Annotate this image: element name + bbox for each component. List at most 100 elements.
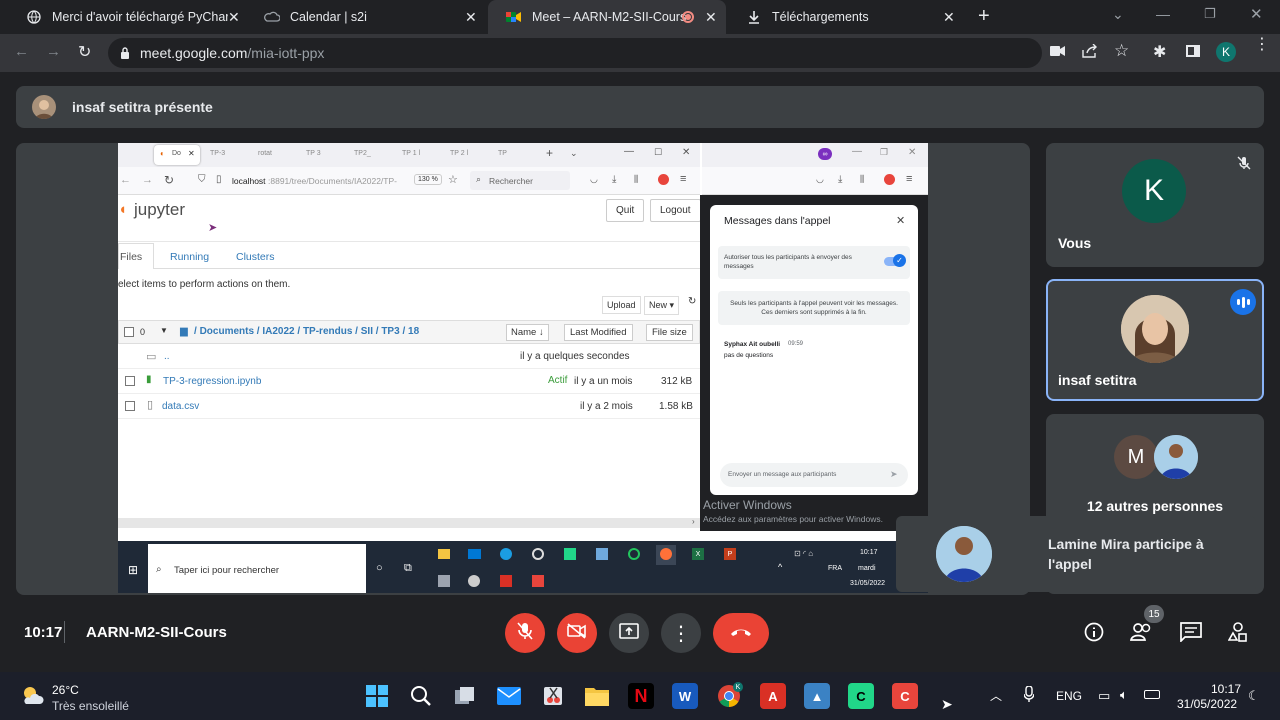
- row-name[interactable]: TP-3-regression.ipynb: [163, 376, 261, 387]
- present-screen-button[interactable]: [609, 613, 649, 653]
- tab-title: Calendar | s2i: [290, 10, 367, 24]
- reload-icon[interactable]: ↻: [78, 42, 91, 62]
- mail-icon[interactable]: [496, 683, 522, 709]
- word-icon[interactable]: W: [672, 683, 698, 709]
- lock-icon: [120, 47, 130, 59]
- clock-date[interactable]: 31/05/2022: [1177, 697, 1237, 711]
- inner2-library-icon: ⫼: [860, 174, 865, 184]
- inner2-menu-icon: ≡: [906, 173, 913, 185]
- clock-time[interactable]: 10:17: [1211, 682, 1241, 696]
- new-dropdown[interactable]: New ▾: [644, 296, 680, 315]
- restore-icon[interactable]: ❐: [1204, 6, 1216, 22]
- battery-icon[interactable]: [1144, 690, 1160, 699]
- tab-pycharm[interactable]: Merci d'avoir téléchargé PyCharm: [8, 0, 246, 34]
- microphone-icon[interactable]: [1023, 685, 1035, 707]
- inner-restore-icon: ☐: [654, 147, 663, 157]
- row-checkbox[interactable]: [125, 401, 135, 411]
- volume-icon[interactable]: 🔈︎: [1120, 687, 1128, 703]
- weather-desc[interactable]: Très ensoleillé: [52, 699, 129, 713]
- meeting-info-icon[interactable]: [1084, 622, 1104, 647]
- netflix-icon[interactable]: N: [628, 683, 654, 709]
- minimize-icon[interactable]: —: [1156, 6, 1170, 22]
- row-size: 312 kB: [661, 376, 693, 387]
- chat-close-icon[interactable]: ✕: [896, 214, 905, 227]
- activities-icon[interactable]: [1227, 622, 1248, 647]
- address-bar[interactable]: meet.google.com/mia-iott-ppx: [108, 38, 1042, 68]
- breadcrumb-item[interactable]: SII: [361, 326, 373, 337]
- chrome-menu-icon[interactable]: ⋮: [1254, 37, 1270, 53]
- sort-name-button[interactable]: Name ↓: [506, 324, 549, 341]
- search-icon[interactable]: [408, 683, 434, 709]
- inner-menu-icon: ≡: [680, 173, 687, 185]
- select-all-checkbox[interactable]: [124, 327, 134, 337]
- sort-size-button[interactable]: File size: [646, 324, 693, 341]
- extensions-icon[interactable]: ✱: [1153, 42, 1166, 62]
- tray-chevron-icon[interactable]: ︿: [990, 687, 1002, 704]
- start-icon[interactable]: [364, 683, 390, 709]
- refresh-icon[interactable]: ↻: [688, 296, 696, 307]
- horizontal-scrollbar[interactable]: [118, 518, 700, 528]
- inner2-minimize-icon: —: [852, 146, 862, 157]
- breadcrumb-item[interactable]: TP-rendus: [303, 326, 352, 337]
- close-tab-icon[interactable]: ✕: [943, 9, 955, 26]
- divider: [64, 621, 65, 643]
- close-window-icon[interactable]: ✕: [1250, 5, 1263, 23]
- breadcrumb-item[interactable]: TP3: [381, 326, 399, 337]
- breadcrumb-item[interactable]: IA2022: [262, 326, 294, 337]
- row-checkbox[interactable]: [125, 376, 135, 386]
- inner-url-host: localhost: [232, 176, 266, 186]
- tab-downloads[interactable]: Téléchargements: [728, 0, 964, 34]
- select-dropdown-icon[interactable]: ▼: [160, 326, 168, 335]
- participant-tile-self[interactable]: K Vous: [1046, 143, 1264, 267]
- row-name[interactable]: data.csv: [162, 401, 199, 412]
- pycharm-icon[interactable]: C: [848, 683, 874, 709]
- sort-modified-button[interactable]: Last Modified: [564, 324, 633, 341]
- inner-library-icon: ⫼: [634, 174, 639, 184]
- photos-icon[interactable]: ▲: [804, 683, 830, 709]
- acrobat-icon[interactable]: A: [760, 683, 786, 709]
- close-tab-icon[interactable]: ✕: [465, 9, 477, 26]
- network-icon[interactable]: ▭: [1098, 688, 1110, 704]
- camera-permission-icon[interactable]: [1050, 44, 1066, 62]
- new-tab-icon[interactable]: +: [978, 5, 990, 28]
- participant-tile-speaker[interactable]: insaf setitra: [1046, 279, 1264, 401]
- people-icon[interactable]: [1129, 622, 1154, 647]
- language-indicator[interactable]: ENG: [1056, 689, 1082, 703]
- tab-calendar[interactable]: Calendar | s2i: [246, 0, 486, 34]
- upload-button[interactable]: Upload: [602, 296, 641, 314]
- close-tab-icon[interactable]: ✕: [705, 9, 717, 26]
- profile-avatar[interactable]: K: [1216, 42, 1236, 62]
- more-options-button[interactable]: ⋮: [661, 613, 701, 653]
- close-tab-icon[interactable]: ✕: [228, 9, 240, 26]
- leave-call-button[interactable]: [713, 613, 769, 653]
- new-label: New: [649, 300, 668, 310]
- back-icon[interactable]: ←: [14, 43, 29, 60]
- side-panel-icon[interactable]: [1186, 45, 1200, 57]
- camera-toggle-button[interactable]: [557, 613, 597, 653]
- tab-running[interactable]: Running: [170, 251, 209, 263]
- mic-toggle-button[interactable]: [505, 613, 545, 653]
- inner-search-placeholder: Rechercher: [489, 176, 533, 186]
- tab-clusters[interactable]: Clusters: [236, 251, 275, 263]
- share-icon[interactable]: [1082, 43, 1098, 63]
- logout-button[interactable]: Logout: [650, 199, 701, 222]
- tab-files[interactable]: Files: [120, 251, 142, 263]
- task-view-icon[interactable]: [452, 683, 478, 709]
- snipping-tool-icon[interactable]: [540, 683, 566, 709]
- send-icon[interactable]: ➤: [890, 469, 898, 480]
- breadcrumb-item[interactable]: 18: [408, 326, 419, 337]
- bookmark-star-icon[interactable]: ☆: [1114, 41, 1129, 61]
- weather-temp[interactable]: 26°C: [52, 683, 79, 697]
- forward-icon[interactable]: →: [46, 43, 61, 60]
- meeting-name: AARN-M2-SII-Cours: [86, 624, 227, 641]
- row-name[interactable]: ..: [164, 351, 170, 362]
- inner-clock-date: 31/05/2022: [850, 580, 886, 587]
- inner-powerpoint-icon: P: [724, 548, 736, 560]
- notifications-icon[interactable]: ☾: [1248, 688, 1260, 704]
- breadcrumb-item[interactable]: Documents: [200, 326, 254, 337]
- chat-icon[interactable]: [1180, 622, 1202, 647]
- tab-search-icon[interactable]: ⌄: [1112, 6, 1124, 23]
- file-explorer-icon[interactable]: [584, 683, 610, 709]
- quit-button[interactable]: Quit: [606, 199, 645, 222]
- app-icon[interactable]: C: [892, 683, 918, 709]
